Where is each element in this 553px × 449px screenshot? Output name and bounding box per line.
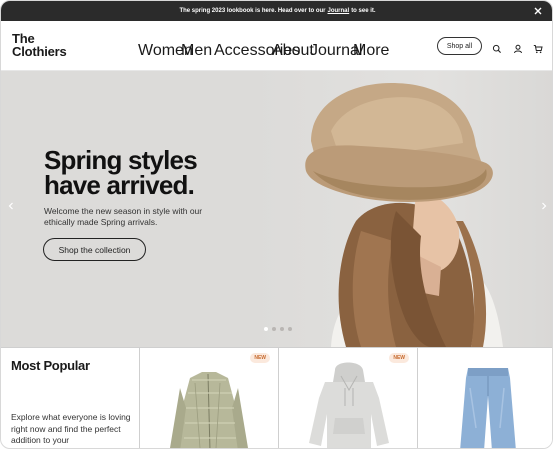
site-header: The Clothiers Women Men Accessories Abou… xyxy=(1,21,552,71)
slide-dot-1[interactable] xyxy=(264,327,268,331)
brand-logo[interactable]: The Clothiers xyxy=(12,32,67,58)
brand-line-2: Clothiers xyxy=(12,44,67,59)
most-popular-section: Most Popular Explore what everyone is lo… xyxy=(1,347,552,448)
announcement-journal-link[interactable]: Journal xyxy=(328,8,350,14)
nav-item-about[interactable]: About xyxy=(272,42,314,60)
slide-dot-3[interactable] xyxy=(280,327,284,331)
nav-item-more[interactable]: More xyxy=(353,42,389,60)
nav-item-men[interactable]: Men xyxy=(181,42,212,60)
section-title: Most Popular xyxy=(11,358,90,373)
product-card[interactable]: NEW xyxy=(139,348,278,448)
hero-title-line-2: have arrived. xyxy=(44,170,195,200)
announcement-text-end: to see it. xyxy=(351,8,376,14)
announcement-bar: The spring 2023 lookbook is here. Head o… xyxy=(1,1,552,21)
shop-all-button[interactable]: Shop all xyxy=(437,37,482,55)
close-icon[interactable] xyxy=(532,5,544,17)
quilted-jacket-image xyxy=(170,372,248,448)
shop-collection-button[interactable]: Shop the collection xyxy=(43,238,146,261)
slide-indicators xyxy=(264,327,292,331)
collection-intro: Most Popular Explore what everyone is lo… xyxy=(1,348,139,448)
grey-hoodie-image xyxy=(309,362,389,448)
search-icon[interactable] xyxy=(492,41,502,53)
chevron-left-icon[interactable] xyxy=(8,202,14,212)
section-description: Explore what everyone is loving right no… xyxy=(11,412,131,445)
hero-subtitle: Welcome the new season in style with our… xyxy=(44,206,203,227)
chevron-right-icon[interactable] xyxy=(541,202,547,212)
cart-icon[interactable] xyxy=(533,41,543,54)
slide-dot-2[interactable] xyxy=(272,327,276,331)
browser-frame: The spring 2023 lookbook is here. Head o… xyxy=(0,0,553,449)
product-card[interactable] xyxy=(417,348,552,448)
account-icon[interactable] xyxy=(513,41,523,54)
announcement-text: The spring 2023 lookbook is here. Head o… xyxy=(179,8,326,14)
slide-dot-4[interactable] xyxy=(288,327,292,331)
blue-jeans-image xyxy=(460,368,516,448)
hero-banner: Spring styles have arrived. Welcome the … xyxy=(1,71,552,347)
product-card[interactable]: NEW xyxy=(278,348,417,448)
hero-title: Spring styles have arrived. xyxy=(44,147,198,200)
